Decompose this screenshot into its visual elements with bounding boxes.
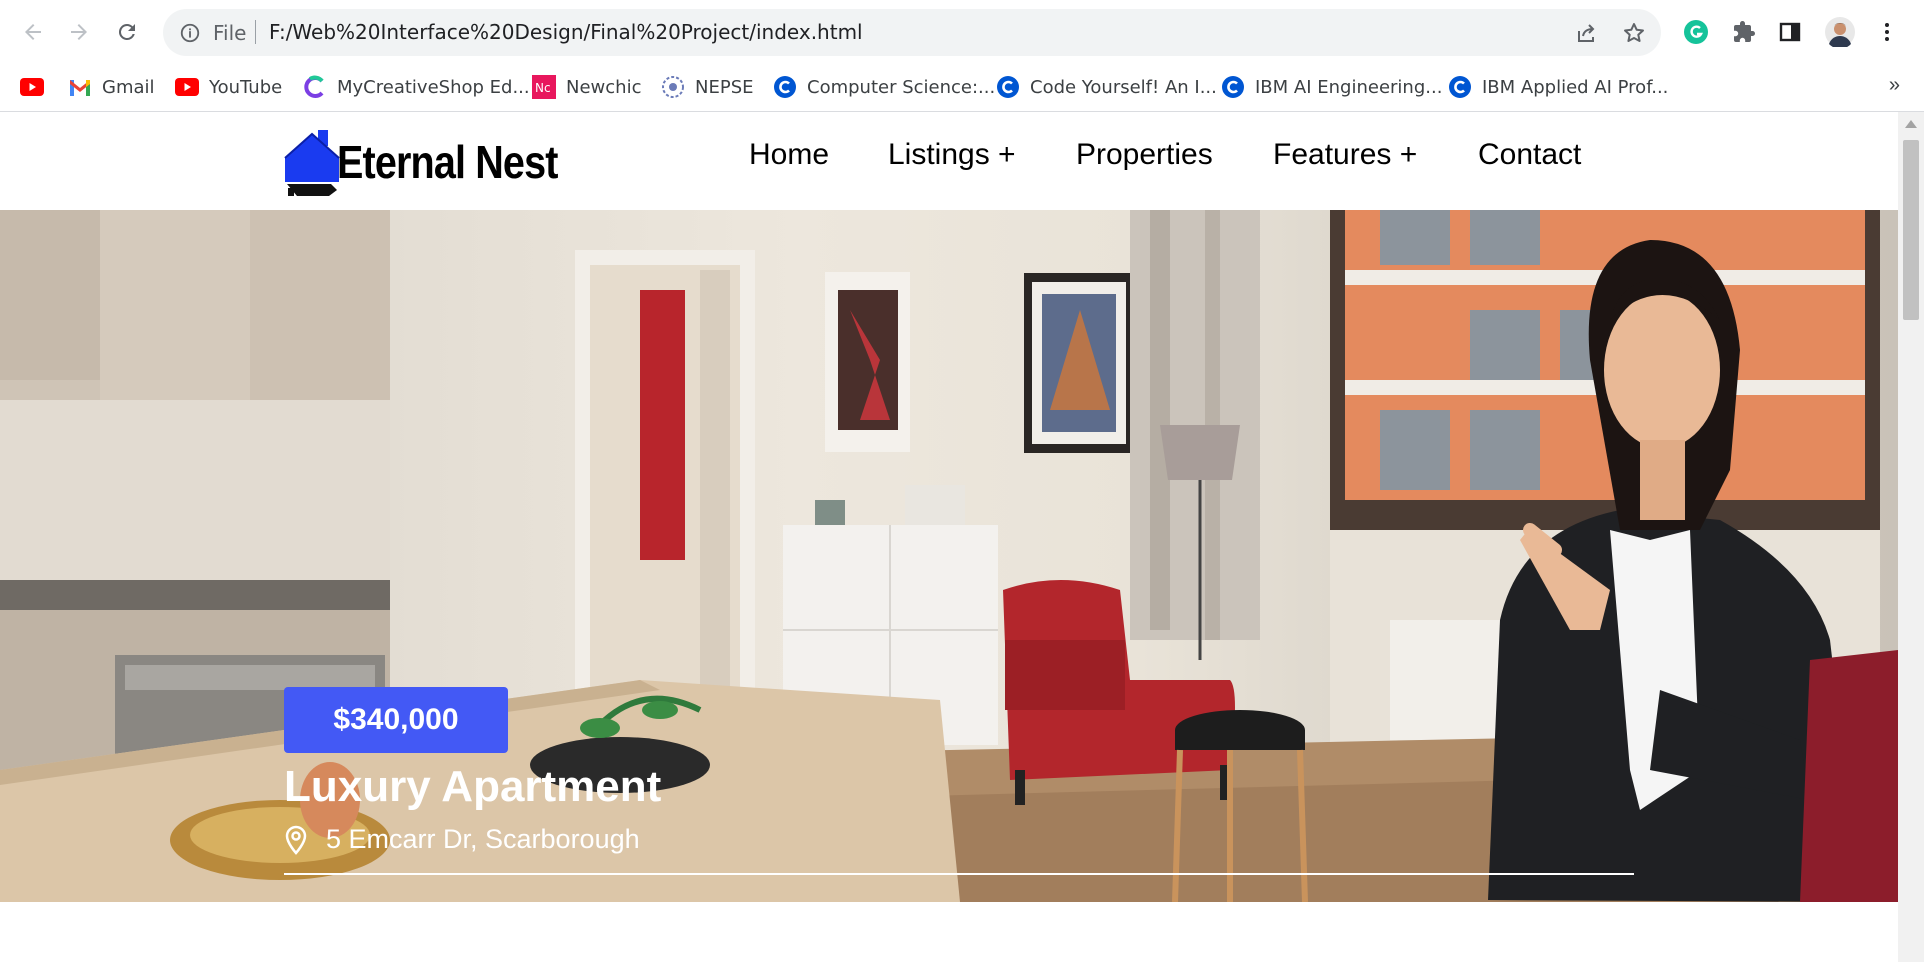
hero-divider (284, 873, 1634, 875)
bookmark-newchic[interactable]: Nc Newchic (532, 74, 641, 100)
newchic-icon: Nc (532, 75, 556, 99)
bookmarks-overflow-button[interactable]: » (1889, 74, 1900, 97)
youtube-icon (20, 75, 44, 99)
bookmark-label: Newchic (566, 76, 642, 98)
coursera-icon (996, 75, 1020, 99)
property-title[interactable]: Luxury Apartment (284, 762, 661, 812)
side-panel-icon[interactable] (1775, 17, 1805, 47)
bookmark-youtube-icon-only[interactable] (20, 74, 54, 100)
coursera-icon (1448, 75, 1472, 99)
more-menu-icon[interactable] (1872, 17, 1902, 47)
site-header: Eternal Nest Home Listings + Properties … (0, 112, 1898, 210)
logo-text: Eternal Nest (337, 136, 558, 188)
scrollbar-thumb[interactable] (1903, 140, 1919, 320)
reload-icon (118, 23, 135, 40)
site-logo[interactable]: Eternal Nest (283, 126, 593, 198)
reload-button[interactable] (112, 17, 142, 47)
gmail-icon (68, 75, 92, 99)
bookmark-computer-science[interactable]: Computer Science:... (773, 74, 995, 100)
bookmark-gmail[interactable]: Gmail (68, 74, 155, 100)
forward-icon (71, 24, 87, 40)
bookmark-label: IBM Applied AI Prof... (1482, 76, 1669, 98)
info-icon[interactable] (179, 22, 201, 44)
coursera-icon (1221, 75, 1245, 99)
bookmark-label: IBM AI Engineering... (1255, 76, 1443, 98)
url-text[interactable]: F:/Web%20Interface%20Design/Final%20Proj… (269, 20, 863, 44)
scroll-up-arrow-icon[interactable] (1905, 120, 1917, 128)
nav-contact[interactable]: Contact (1478, 138, 1581, 172)
bookmark-label: YouTube (209, 76, 283, 98)
bookmark-label: Computer Science:... (807, 76, 996, 98)
nav-listings[interactable]: Listings + (888, 138, 1016, 172)
grammarly-icon[interactable] (1681, 17, 1711, 47)
share-icon[interactable] (1573, 20, 1599, 46)
bookmark-ibm-applied-ai[interactable]: IBM Applied AI Prof... (1448, 74, 1668, 100)
page-scrollbar[interactable] (1898, 112, 1924, 962)
hero-banner: $340,000 Luxury Apartment 5 Emcarr Dr, S… (0, 210, 1898, 902)
bookmark-label: NEPSE (695, 76, 754, 98)
bookmark-mycreativeshop[interactable]: MyCreativeShop Ed... (303, 74, 530, 100)
url-scheme-label: File (213, 21, 247, 45)
bookmarks-bar: Gmail YouTube MyCreativeShop Ed... Nc Ne… (0, 64, 1924, 112)
coursera-icon (773, 75, 797, 99)
page-viewport: Eternal Nest Home Listings + Properties … (0, 112, 1898, 962)
nav-home[interactable]: Home (749, 138, 829, 172)
address-text: 5 Emcarr Dr, Scarborough (326, 824, 640, 854)
extensions-icon[interactable] (1729, 17, 1759, 47)
back-icon (25, 24, 41, 40)
nav-features[interactable]: Features + (1273, 138, 1417, 172)
bookmark-label: Gmail (102, 76, 155, 98)
property-address: 5 Emcarr Dr, Scarborough (284, 824, 640, 855)
browser-toolbar: File F:/Web%20Interface%20Design/Final%2… (0, 0, 1924, 64)
svg-text:Nc: Nc (535, 81, 551, 95)
house-logo-icon (284, 130, 340, 196)
nav-properties[interactable]: Properties (1076, 138, 1213, 172)
bookmark-label: Code Yourself! An I... (1030, 76, 1217, 98)
mycreativeshop-icon (303, 75, 327, 99)
bookmark-ibm-ai-engineering[interactable]: IBM AI Engineering... (1221, 74, 1442, 100)
profile-avatar[interactable] (1825, 17, 1855, 47)
bookmark-label: MyCreativeShop Ed... (337, 76, 530, 98)
back-button[interactable] (18, 17, 48, 47)
bookmark-youtube[interactable]: YouTube (175, 74, 282, 100)
nepse-icon (661, 75, 685, 99)
bookmark-code-yourself[interactable]: Code Yourself! An I... (996, 74, 1217, 100)
price-badge[interactable]: $340,000 (284, 687, 508, 753)
youtube-icon (175, 75, 199, 99)
forward-button[interactable] (64, 17, 94, 47)
address-bar[interactable]: File F:/Web%20Interface%20Design/Final%2… (163, 9, 1661, 56)
location-pin-icon (285, 825, 307, 855)
url-separator (255, 20, 256, 44)
star-icon[interactable] (1621, 20, 1647, 46)
bookmark-nepse[interactable]: NEPSE (661, 74, 754, 100)
